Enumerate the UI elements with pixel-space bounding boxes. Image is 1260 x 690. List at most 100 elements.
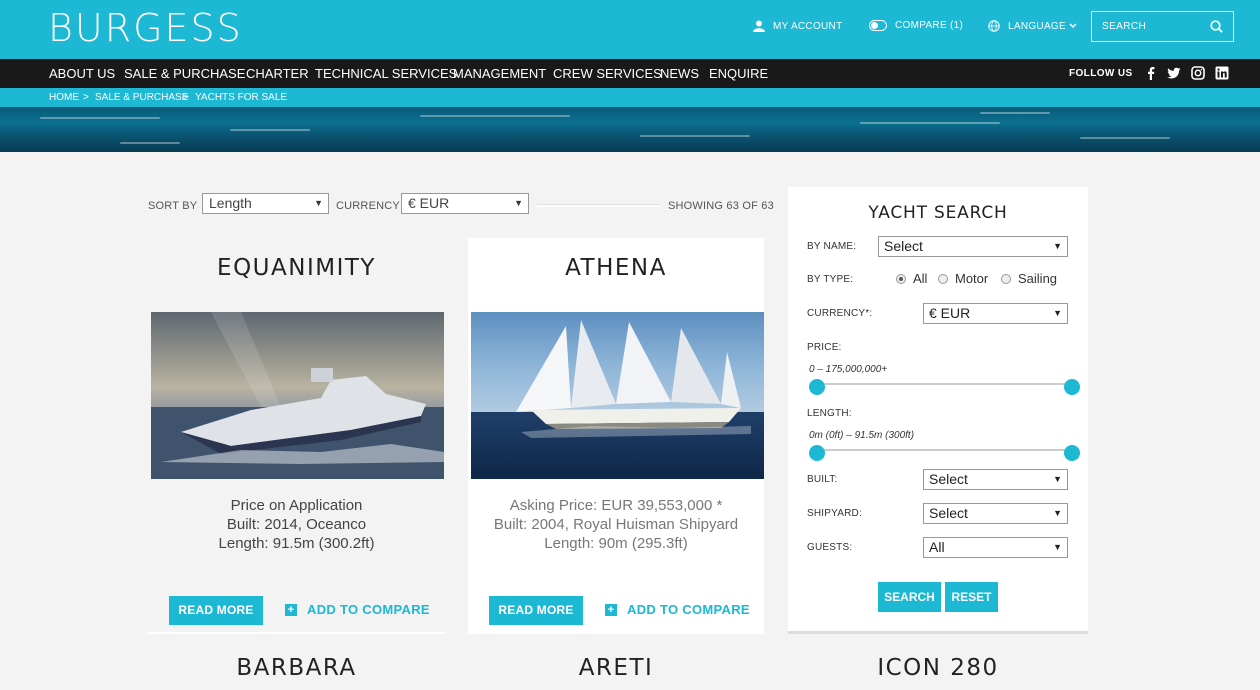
breadcrumb-separator: > <box>183 92 189 103</box>
search-icon[interactable] <box>1210 20 1223 33</box>
add-to-compare-label: ADD TO COMPARE <box>627 602 750 617</box>
length-label: LENGTH: <box>807 408 852 419</box>
radio-icon <box>1001 273 1011 284</box>
length-min-handle[interactable] <box>809 445 825 461</box>
nav-crew-services[interactable]: CREW SERVICES <box>553 66 662 81</box>
compare-link[interactable]: COMPARE (1) <box>869 20 963 31</box>
burgess-logo[interactable]: BURGESS <box>48 6 243 50</box>
breadcrumb: HOME > SALE & PURCHASE > YACHTS FOR SALE <box>0 88 1260 107</box>
type-sailing-label: Sailing <box>1018 271 1058 286</box>
showing-count: SHOWING 63 OF 63 <box>668 200 774 212</box>
nav-management[interactable]: MANAGEMENT <box>453 66 546 81</box>
nav-sale-purchase[interactable]: SALE & PURCHASE <box>124 66 245 81</box>
hero-sea-banner <box>0 107 1260 152</box>
price-range-value: 0 – 175,000,000+ <box>809 364 888 375</box>
nav-about-us[interactable]: ABOUT US <box>49 66 115 81</box>
yacht-name[interactable]: ATHENA <box>468 255 764 281</box>
read-more-button[interactable]: READ MORE <box>169 596 263 625</box>
yacht-built: Built: 2014, Oceanco <box>226 516 367 533</box>
add-to-compare-button[interactable]: + ADD TO COMPARE <box>605 602 750 617</box>
facebook-icon[interactable] <box>1144 66 1158 80</box>
type-radio-all[interactable]: All <box>896 271 927 286</box>
shipyard-label: SHIPYARD: <box>807 508 862 519</box>
sort-by-select[interactable]: Length ▼ <box>202 193 329 214</box>
read-more-button[interactable]: READ MORE <box>489 596 583 625</box>
header-search-box <box>1091 11 1234 42</box>
user-icon <box>753 20 765 32</box>
yacht-search-title: YACHT SEARCH <box>868 203 1008 223</box>
add-to-compare-label: ADD TO COMPARE <box>307 602 430 617</box>
globe-icon <box>988 20 1000 32</box>
yacht-card: ATHENA Asking Price: EUR 39,553,000 * Bu… <box>468 238 764 634</box>
nav-news[interactable]: NEWS <box>660 66 699 81</box>
by-name-value: Select <box>884 238 923 254</box>
nav-technical-services[interactable]: TECHNICAL SERVICES <box>315 66 457 81</box>
currency-value: € EUR <box>929 305 971 321</box>
yacht-details: Asking Price: EUR 39,553,000 * Built: 20… <box>468 496 764 553</box>
language-label: LANGUAGE <box>1008 20 1066 32</box>
yacht-length: Length: 91.5m (300.2ft) <box>218 535 375 552</box>
length-max-handle[interactable] <box>1064 445 1080 461</box>
linkedin-icon[interactable] <box>1215 66 1229 80</box>
length-slider-track[interactable] <box>817 449 1072 451</box>
dropdown-arrow-icon: ▼ <box>1053 542 1062 552</box>
search-button[interactable]: SEARCH <box>878 582 941 612</box>
price-slider-track[interactable] <box>817 383 1072 385</box>
price-min-handle[interactable] <box>809 379 825 395</box>
search-input[interactable] <box>1102 21 1202 32</box>
type-radio-sailing[interactable]: Sailing <box>1001 271 1057 286</box>
reset-button[interactable]: RESET <box>945 582 998 612</box>
dropdown-arrow-icon: ▼ <box>1053 308 1062 318</box>
plus-icon: + <box>605 603 617 616</box>
currency-select[interactable]: € EUR ▼ <box>401 193 529 214</box>
by-name-select[interactable]: Select ▼ <box>878 236 1068 257</box>
compare-label: COMPARE (1) <box>895 20 964 31</box>
built-select[interactable]: Select ▼ <box>923 469 1068 490</box>
instagram-icon[interactable] <box>1191 66 1205 80</box>
chevron-down-icon <box>1069 23 1077 29</box>
shipyard-select[interactable]: Select ▼ <box>923 503 1068 524</box>
shipyard-value: Select <box>929 505 968 521</box>
yacht-name[interactable]: ICON 280 <box>788 655 1088 681</box>
currency-value: € EUR <box>408 195 450 211</box>
breadcrumb-sale-purchase[interactable]: SALE & PURCHASE <box>95 92 188 103</box>
yacht-details: Price on Application Built: 2014, Oceanc… <box>148 496 445 553</box>
yacht-length: Length: 90m (295.3ft) <box>544 535 688 552</box>
yacht-photo[interactable] <box>471 312 764 479</box>
currency-label: CURRENCY <box>336 200 400 212</box>
my-account-label: MY ACCOUNT <box>773 20 843 32</box>
dropdown-arrow-icon: ▼ <box>314 198 323 208</box>
dropdown-arrow-icon: ▼ <box>1053 508 1062 518</box>
price-max-handle[interactable] <box>1064 379 1080 395</box>
guests-select[interactable]: All ▼ <box>923 537 1068 558</box>
nav-charter[interactable]: CHARTER <box>246 66 309 81</box>
language-selector[interactable]: LANGUAGE <box>988 20 1077 32</box>
yacht-name[interactable]: EQUANIMITY <box>148 255 445 281</box>
currency-label: CURRENCY*: <box>807 308 873 319</box>
dropdown-arrow-icon: ▼ <box>514 198 523 208</box>
currency-select[interactable]: € EUR ▼ <box>923 303 1068 324</box>
add-to-compare-button[interactable]: + ADD TO COMPARE <box>285 602 430 617</box>
yacht-price: Price on Application <box>230 497 363 514</box>
yacht-name[interactable]: BARBARA <box>148 655 445 681</box>
by-name-label: BY NAME: <box>807 241 857 252</box>
main-nav: ABOUT US SALE & PURCHASE CHARTER TECHNIC… <box>0 59 1260 88</box>
plus-icon: + <box>285 603 297 616</box>
toggle-icon <box>869 20 887 31</box>
type-all-label: All <box>913 271 928 286</box>
yacht-search-panel: YACHT SEARCH BY NAME: Select ▼ BY TYPE: … <box>788 187 1088 634</box>
radio-icon <box>938 273 948 284</box>
built-value: Select <box>929 471 968 487</box>
top-header: BURGESS MY ACCOUNT COMPARE (1) LANGUAGE <box>0 0 1260 59</box>
yacht-name[interactable]: ARETI <box>468 655 764 681</box>
type-radio-motor[interactable]: Motor <box>938 271 988 286</box>
price-label: PRICE: <box>807 342 842 353</box>
guests-value: All <box>929 539 945 555</box>
nav-enquire[interactable]: ENQUIRE <box>709 66 768 81</box>
twitter-icon[interactable] <box>1167 66 1181 80</box>
breadcrumb-home[interactable]: HOME <box>49 92 79 103</box>
radio-selected-icon <box>896 273 906 284</box>
yacht-photo[interactable] <box>151 312 444 479</box>
yacht-price: Asking Price: EUR 39,553,000 * <box>509 497 723 514</box>
my-account-link[interactable]: MY ACCOUNT <box>753 20 843 32</box>
